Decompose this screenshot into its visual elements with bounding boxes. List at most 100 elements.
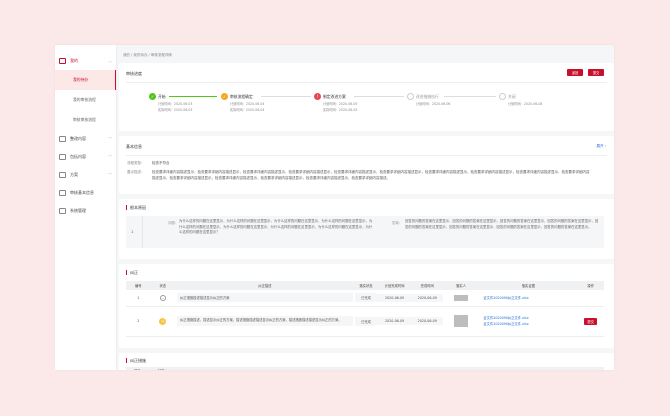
back-button[interactable]: 返回 (567, 69, 583, 76)
desc-text: 纠正措施描述，描述显示纠正的方案。描述措施描述描述显示纠正的方案，描述措施描述描… (177, 316, 353, 326)
sidebar-item-label: 审核基本信息 (70, 190, 94, 195)
state-text: 已完成 (354, 293, 378, 303)
step-plan: 计划时间：2020-06-06 (416, 102, 451, 106)
col-header: 纠正描述 (175, 281, 355, 290)
cell-action (577, 290, 604, 307)
chevron-up-icon: ︿ (108, 58, 113, 63)
corrective-action-title: 纠正措施 (130, 358, 146, 363)
step-plan: 计划时间：2020-06-03 (158, 102, 193, 106)
col-header: 计划完成时间 (377, 281, 412, 290)
answer-label: 答案： (392, 221, 403, 225)
table-header: 编号 状态 纠正描述 落实状态 计划完成时间 完成时间 落实人 落实证据 操作 (126, 281, 604, 290)
col-header: 落实证据 (479, 281, 578, 290)
cell-status: ◷ (150, 306, 175, 337)
sidebar-item-label: 系统管理 (70, 208, 86, 213)
desc-text: 纠正措施描述描述显示纠正的方案 (177, 293, 353, 303)
question-text: 为什么这样的问题在这里显示，为什么这样的问题在这里显示，为什么这样的问题在这里显… (179, 219, 373, 235)
sidebar-subitem-review-flows[interactable]: 审核审核流程 (55, 110, 116, 130)
step-name: 开始 (158, 94, 166, 99)
cell-done: 2020-06-09 (411, 290, 443, 307)
gear-icon (59, 208, 66, 214)
step-name: 关闭 (508, 94, 516, 99)
pending-dot-icon (499, 93, 506, 100)
step-name: 改进措施执行 (416, 94, 439, 99)
evidence-link[interactable]: 证文件2020090纠正文件.xlsx (483, 296, 528, 300)
minus-circle-icon: − (159, 294, 166, 301)
step-plan: 计划时间：2020-06-05 (323, 102, 358, 106)
pending-dot-icon (407, 93, 414, 100)
cell-owner (442, 306, 480, 337)
step-name: 审核流程确定 (230, 94, 253, 99)
sidebar-item-system[interactable]: 系统管理 (55, 202, 116, 220)
step-actual: 实际时间：2020-06-04 (230, 108, 265, 112)
cell-no: 1 (126, 290, 151, 307)
check-icon: ✓ (221, 93, 228, 100)
cell-status: − (150, 290, 175, 307)
corrective-action-card: 纠正措施 编号 状态 (119, 353, 614, 370)
chevron-right-icon: › (604, 144, 606, 148)
col-header: 状态 (150, 281, 175, 290)
sidebar-item-rectify[interactable]: 整改内容 ﹀ (55, 130, 116, 148)
plan-date: 2020-06-09 (377, 317, 412, 325)
sidebar-subitem-todo[interactable]: 我的待办 (55, 70, 116, 90)
evidence-link[interactable]: 证文件2020090纠正文件.xlsx (483, 321, 577, 327)
sidebar-item-include[interactable]: 包括内容 ﹀ (55, 148, 116, 166)
document-icon (59, 58, 66, 64)
col-header: 状态 (158, 368, 165, 370)
basic-info-card: 基本信息 展开 › 流程类型： 检查不符合 要点描述： 检查要求详细内容描述显示… (119, 136, 614, 194)
col-header: 落实状态 (354, 281, 378, 290)
submit-button[interactable]: 提交 (588, 69, 604, 76)
row-index: 1 (131, 230, 134, 234)
cell-done: 2020-06-09 (411, 306, 443, 337)
cell-desc: 纠正措施描述，描述显示纠正的方案。描述措施描述描述显示纠正的方案，描述措施描述描… (175, 306, 355, 337)
list-icon (59, 136, 66, 142)
type-value: 检查不符合 (152, 161, 170, 165)
cell-state: 已完成 (354, 290, 378, 307)
list-icon (59, 190, 66, 196)
cell-plan: 2020-06-09 (377, 306, 412, 337)
check-icon: ✓ (149, 93, 156, 100)
sidebar-subitem-my-flows[interactable]: 我的审核流程 (55, 90, 116, 110)
root-cause-card: 根本原因 1 问题： 为什么这样的问题在这里显示，为什么这样的问题在这里显示，为… (119, 199, 614, 259)
cell-no: 2 (126, 306, 151, 337)
sidebar-item-plan[interactable]: 方案 ﹀ (55, 166, 116, 184)
col-header: 落实人 (442, 281, 480, 290)
step-name: 制定改进方案 (323, 94, 346, 99)
done-date: 2020-06-09 (411, 317, 443, 325)
progress-card: 审核进度 返回 提交 ✓ 开始 计划时间：2020-06-03 实际时间：202… (119, 63, 614, 131)
table-header: 编号 状态 (126, 367, 604, 370)
answer-text: 回答的问题的答案在这里显示，回答的问题的答案在这里显示，回答的问题的答案在这里显… (405, 219, 599, 229)
progress-title: 审核进度 (126, 71, 142, 76)
cell-desc: 纠正措施描述描述显示纠正的方案 (175, 290, 355, 307)
col-header: 编号 (134, 368, 141, 370)
desc-value: 检查要求详细内容描述显示，检查要求详细内容描述显示，检查要求详细内容描述显示，检… (152, 170, 590, 180)
list-icon (59, 172, 66, 178)
question-label: 问题： (168, 221, 179, 225)
step-actual: 实际时间：2020-06-03 (158, 108, 193, 112)
main-content: 我的 / 我的待办 / 审核流程详情 审核进度 返回 提交 ✓ 开始 计划时间：… (119, 45, 614, 370)
expand-link[interactable]: 展开 › (596, 144, 606, 149)
step-plan: 计划时间：2020-06-08 (508, 102, 543, 106)
app-window: 我的 ︿ 我的待办 我的审核流程 审核审核流程 整改内容 ﹀ 包括内容 ﹀ 方案… (55, 45, 614, 370)
sidebar-item-label: 我的 (70, 58, 78, 63)
rectify-table: 编号 状态 纠正描述 落实状态 计划完成时间 完成时间 落实人 落实证据 操作 … (126, 281, 604, 337)
redacted-owner (453, 315, 468, 327)
cell-evidence: 证文件2020090纠正文件.xlsx (479, 290, 578, 307)
row-submit-button[interactable]: 提交 (584, 317, 597, 325)
redacted-owner (453, 294, 468, 301)
rectify-card: 纠正 编号 状态 纠正描述 落实状态 计划完成时间 完成时间 落实人 落实证据 … (119, 264, 614, 348)
cell-owner (442, 290, 480, 307)
sidebar-item-mine[interactable]: 我的 ︿ (55, 52, 116, 70)
done-date: 2020-06-09 (411, 293, 443, 302)
cell-state: 已完成 (354, 306, 378, 337)
sidebar-item-label: 整改内容 (70, 136, 86, 141)
expand-label: 展开 (596, 144, 604, 148)
desc-label: 要点描述： (127, 170, 145, 174)
sidebar-item-label: 包括内容 (70, 154, 86, 159)
sidebar-item-basic-info[interactable]: 审核基本信息 (55, 184, 116, 202)
step-plan: 计划时间：2020-06-04 (230, 102, 265, 106)
type-label: 流程类型： (127, 161, 145, 165)
clock-icon: ◷ (159, 317, 167, 325)
step-actual: 实际时间：2020-06-05 (323, 108, 358, 112)
list-icon (59, 154, 66, 160)
